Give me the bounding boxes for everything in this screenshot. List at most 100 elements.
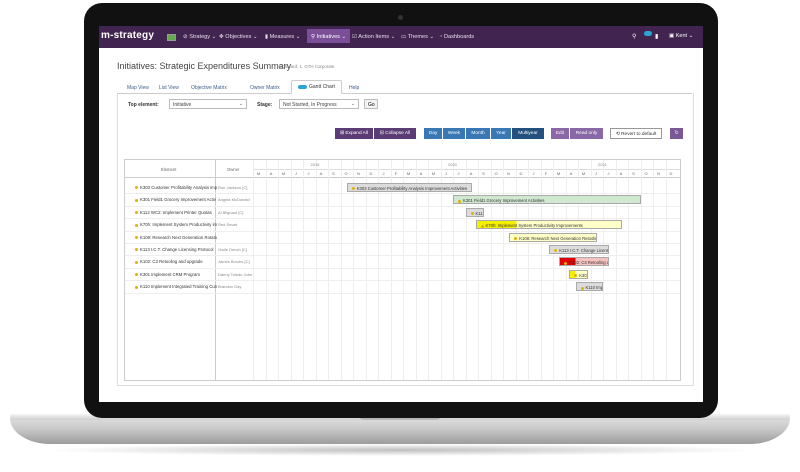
- scorecard-flag-icon[interactable]: [167, 34, 176, 41]
- refresh-icon[interactable]: ↻: [670, 128, 683, 139]
- month-label: A: [469, 171, 473, 176]
- stage-label: Stage:: [257, 102, 273, 108]
- gantt-row-element-label: K110 Implement Integrated Training Curr: [140, 284, 217, 290]
- gantt-bar-label: K70h: Implement System Productivity Impr…: [485, 223, 583, 229]
- owner-column-header: Owner: [227, 167, 240, 172]
- brand-logo: m-strategy: [101, 30, 155, 41]
- tab-owner-matrix[interactable]: Owner Matrix: [244, 82, 286, 93]
- month-label: N: [657, 171, 660, 176]
- search-icon[interactable]: ⚲: [632, 33, 636, 40]
- multiyear-button[interactable]: Multiyear: [512, 128, 544, 139]
- row-divider: [125, 230, 680, 232]
- nav-item-measures[interactable]: ▮ Measures ⌄: [265, 34, 300, 40]
- gantt-bar[interactable]: K108: Research Next Generation Retooling…: [509, 232, 597, 242]
- status-dot-icon: [135, 248, 138, 252]
- gantt-row-owner: Ron Jackson [C]: [218, 185, 248, 190]
- gantt-row-element-label: K113 I.C.T. Change Licensing Protocol: [140, 247, 214, 252]
- collapse-all-label: Collapse All: [385, 131, 411, 136]
- top-element-select[interactable]: Initiative ⌄: [169, 99, 247, 109]
- month-label: O: [494, 171, 498, 176]
- gantt-row-element[interactable]: K110 Implement Integrated Training Curr: [135, 284, 217, 289]
- view-tabs: Map View List View Objective Matrix Owne…: [117, 80, 692, 94]
- notification-badge[interactable]: [644, 31, 652, 36]
- nav-item-strategy[interactable]: ⊘ Strategy ⌄: [183, 34, 216, 40]
- month-label: N: [507, 171, 510, 176]
- status-dot-icon: [135, 260, 138, 264]
- month-button[interactable]: Month: [466, 128, 490, 139]
- status-dot-icon: [351, 187, 355, 191]
- nav-item-initiatives-label: Initiatives: [316, 34, 340, 40]
- go-button[interactable]: Go: [364, 99, 378, 109]
- nav-item-themes-label: Themes: [407, 34, 428, 40]
- month-label: J: [595, 171, 597, 176]
- nav-item-action-items[interactable]: ☑ Action Items ⌄: [352, 34, 395, 40]
- read-only-button[interactable]: Read only: [570, 128, 603, 139]
- user-menu[interactable]: ▣ Kent ⌄: [669, 33, 693, 39]
- nav-item-themes[interactable]: ▭ Themes ⌄: [401, 34, 434, 40]
- gantt-bar-label: K110 Implement: [585, 285, 603, 291]
- gantt-row-element[interactable]: K113 I.C.T. Change Licensing Protocol: [135, 247, 217, 252]
- tab-objective-matrix[interactable]: Objective Matrix: [185, 82, 233, 93]
- gantt-row-element[interactable]: K112 WC2: Implement Printer Quotas: [135, 210, 217, 215]
- page-subtitle: Scorecard: 1. GTH Corporate: [277, 64, 335, 69]
- gantt-bar[interactable]: K70h: Implement System Productivity Impr…: [475, 220, 622, 230]
- gantt-bar[interactable]: K303 Customer Profitability Analysis Imp…: [346, 183, 472, 192]
- gantt-row-element[interactable]: K303 Customer Profitability Analysis imp: [135, 185, 217, 190]
- tab-map-view[interactable]: Map View: [121, 82, 155, 93]
- gantt-bar[interactable]: K301 Field1 Grocery Improvement Activiti…: [453, 195, 641, 205]
- camera-icon: [398, 15, 403, 20]
- gantt-row-element[interactable]: K108: Research Next Generation Rotatio: [135, 235, 217, 240]
- month-label: O: [644, 171, 648, 176]
- stage-value: Not Started, In Progress: [283, 102, 337, 108]
- chevron-down-icon: ⌄: [350, 101, 355, 107]
- month-label: M: [406, 171, 411, 176]
- gantt-row-element[interactable]: K301 Implement CRM Program: [135, 272, 217, 277]
- nav-item-dashboards[interactable]: ◔ Dashboards: [439, 34, 474, 40]
- month-label: A: [419, 171, 423, 176]
- expand-all-button[interactable]: ⊞ Expand All: [335, 128, 373, 139]
- gantt-bar-label: K108: Research Next Generation Retooling…: [519, 235, 596, 241]
- gantt-bar[interactable]: K110 Implement: [575, 282, 603, 292]
- gantt-row-element-label: K102: C3 Retooling and upgrade: [140, 259, 203, 265]
- revert-to-default-button[interactable]: ⟲ Revert to default: [610, 128, 662, 139]
- row-divider: [125, 267, 680, 269]
- gantt-bar[interactable]: K113 I.C.T. Change Licensing Protocol: [549, 245, 610, 254]
- edit-button[interactable]: Edit: [551, 128, 569, 139]
- tab-list-view[interactable]: List View: [153, 82, 185, 93]
- gantt-row-owner: Al Blignaut [C]: [218, 209, 244, 215]
- gantt-bar[interactable]: K102: C3 Retooling and upgrade: [559, 257, 610, 267]
- month-label: O: [344, 171, 348, 176]
- nav-item-objectives[interactable]: ✥ Objectives ⌄: [219, 34, 258, 40]
- stage-select[interactable]: Not Started, In Progress ⌄: [279, 99, 359, 109]
- alert-icon[interactable]: ▮: [655, 33, 658, 40]
- expand-all-label: Expand All: [345, 131, 369, 136]
- row-divider: [125, 292, 680, 294]
- gantt-row-element[interactable]: K301 Field1 Grocery Improvement Activ: [135, 197, 217, 202]
- status-dot-icon: [135, 235, 138, 239]
- tab-gantt-chart[interactable]: Gantt Chart: [291, 80, 342, 94]
- collapse-all-button[interactable]: ⊟ Collapse All: [374, 128, 416, 139]
- year-button[interactable]: Year: [491, 128, 511, 139]
- status-dot-icon: [470, 212, 474, 216]
- nav-item-objectives-label: Objectives: [225, 34, 252, 40]
- gantt-bar[interactable]: K112 WC2: [465, 207, 485, 217]
- day-button[interactable]: Day: [424, 128, 442, 139]
- nav-item-initiatives[interactable]: ⚲ Initiatives ⌄: [307, 29, 351, 43]
- top-element-label: Top element:: [128, 102, 159, 108]
- status-dot-icon: [135, 273, 138, 277]
- gantt-bar-label: K301 Imp: [579, 272, 587, 278]
- month-label: A: [269, 171, 273, 176]
- top-element-value: Initiative: [173, 102, 192, 108]
- tab-help[interactable]: Help: [343, 82, 365, 93]
- nav-item-dashboards-label: Dashboards: [443, 34, 475, 40]
- gantt-row-element[interactable]: K70h: Implement System Productivity im: [135, 222, 217, 227]
- status-dot-icon: [135, 198, 138, 202]
- gantt-bar[interactable]: K301 Imp: [569, 269, 588, 279]
- gantt-row-element[interactable]: K102: C3 Retooling and upgrade: [135, 259, 217, 264]
- status-dot-icon: [574, 274, 578, 278]
- week-button[interactable]: Week: [443, 128, 465, 139]
- user-name: Kent: [675, 33, 688, 39]
- gantt-row-owner: Red Smart: [218, 222, 238, 228]
- status-dot-icon: [135, 285, 138, 289]
- status-dot-icon: [580, 286, 584, 290]
